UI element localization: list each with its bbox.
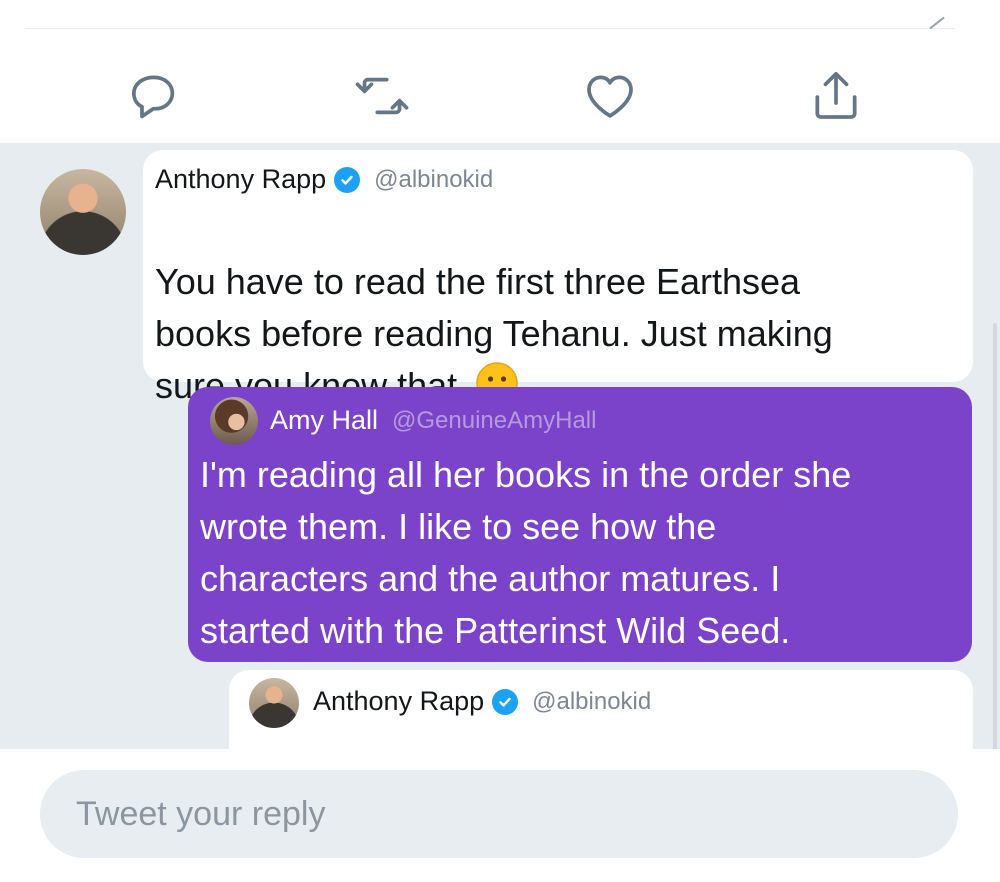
verified-badge-icon [492,688,519,715]
message-bubble: Anthony Rapp @albinokid Um that's an Oct… [229,670,973,749]
verified-badge-icon [334,166,361,193]
conversation-thread[interactable]: Anthony Rapp @albinokid You have to read… [0,143,1000,749]
author-name[interactable]: Anthony Rapp [155,164,326,195]
tweet-action-bar [0,50,1000,142]
share-icon [815,71,857,119]
author-handle[interactable]: @GenuineAmyHall [392,407,596,435]
comment-icon [131,75,175,119]
message-header: Anthony Rapp @albinokid [155,164,493,195]
share-button[interactable] [804,64,868,128]
reply-button[interactable] [124,64,188,128]
author-name[interactable]: Anthony Rapp [313,686,484,717]
avatar[interactable] [40,169,126,255]
message-text: I'm reading all her books in the order s… [200,454,852,651]
retweet-button[interactable] [350,64,414,128]
message-header: Amy Hall @GenuineAmyHall [270,405,596,436]
author-handle[interactable]: @albinokid [532,688,651,716]
divider [25,28,955,29]
avatar[interactable] [210,397,258,445]
like-button[interactable] [578,64,642,128]
heart-icon [587,75,633,118]
avatar[interactable] [249,678,299,728]
scrollbar[interactable] [993,323,997,749]
message-bubble-own: Amy Hall @GenuineAmyHall I'm reading all… [188,387,972,662]
author-name[interactable]: Amy Hall [270,405,378,436]
reply-input[interactable] [40,770,958,858]
retweet-icon [355,77,409,115]
message-bubble: Anthony Rapp @albinokid You have to read… [143,150,973,406]
author-handle[interactable]: @albinokid [374,166,493,194]
message-text: You have to read the first three Earthse… [155,204,960,412]
message-text: Um that's an Octavia E. Butler book [243,739,963,749]
message-header: Anthony Rapp @albinokid [313,686,651,717]
